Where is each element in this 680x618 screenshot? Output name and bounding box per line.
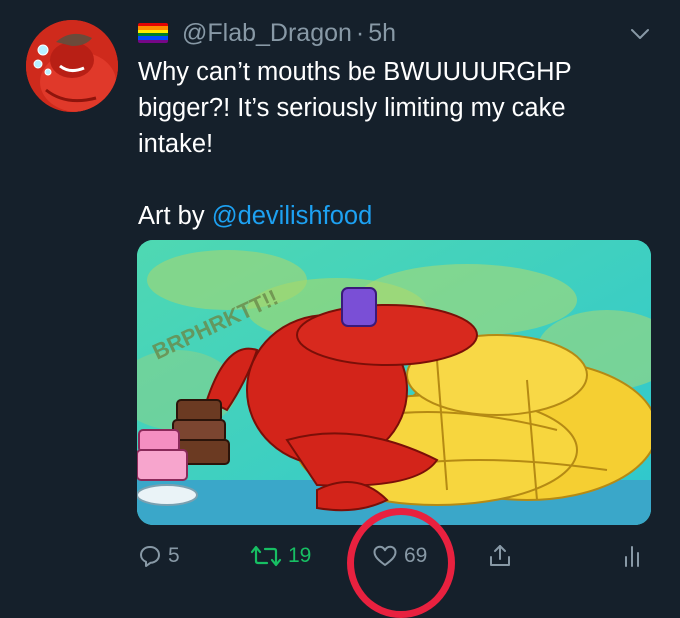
pride-flag-icon [138,23,168,43]
analytics-icon [625,546,639,567]
artwork-illustration: BRPHRKTT!! [137,240,651,525]
share-button[interactable] [487,539,513,573]
tweet-header: @Flab_Dragon · 5h [138,16,396,50]
separator-dot: · [355,18,365,47]
red-circle-annotation [347,508,455,618]
tweet-text-line: intake! [138,130,214,158]
tweet-media-image[interactable]: BRPHRKTT!! [137,240,651,525]
reply-count: 5 [168,544,180,567]
tweet-timestamp[interactable]: 5h [368,19,396,48]
tweet-text-line: bigger?! It’s seriously limiting my cake [138,94,566,122]
analytics-button[interactable] [622,539,642,573]
retweet-count: 19 [288,544,312,567]
tweet-actions: 5 19 69 [0,533,680,581]
user-handle[interactable]: @Flab_Dragon [182,19,352,48]
tweet-text: Why can’t mouths be BWUUUURGHP bigger?! … [138,54,638,234]
art-credit: Art by @devilishfood [138,198,638,234]
credit-prefix: Art by [138,202,212,230]
retweet-button[interactable]: 19 [250,539,311,573]
reply-icon [140,546,160,567]
reply-button[interactable]: 5 [138,539,180,573]
avatar[interactable] [26,20,118,112]
share-icon [490,545,510,566]
avatar-image [26,20,118,112]
tweet-text-line: Why can’t mouths be BWUUUURGHP [138,58,572,86]
retweet-icon [250,545,282,567]
credit-mention-link[interactable]: @devilishfood [212,202,373,230]
chevron-down-icon[interactable] [628,22,652,46]
tweet: @Flab_Dragon · 5h Why can’t mouths be BW… [0,0,680,618]
